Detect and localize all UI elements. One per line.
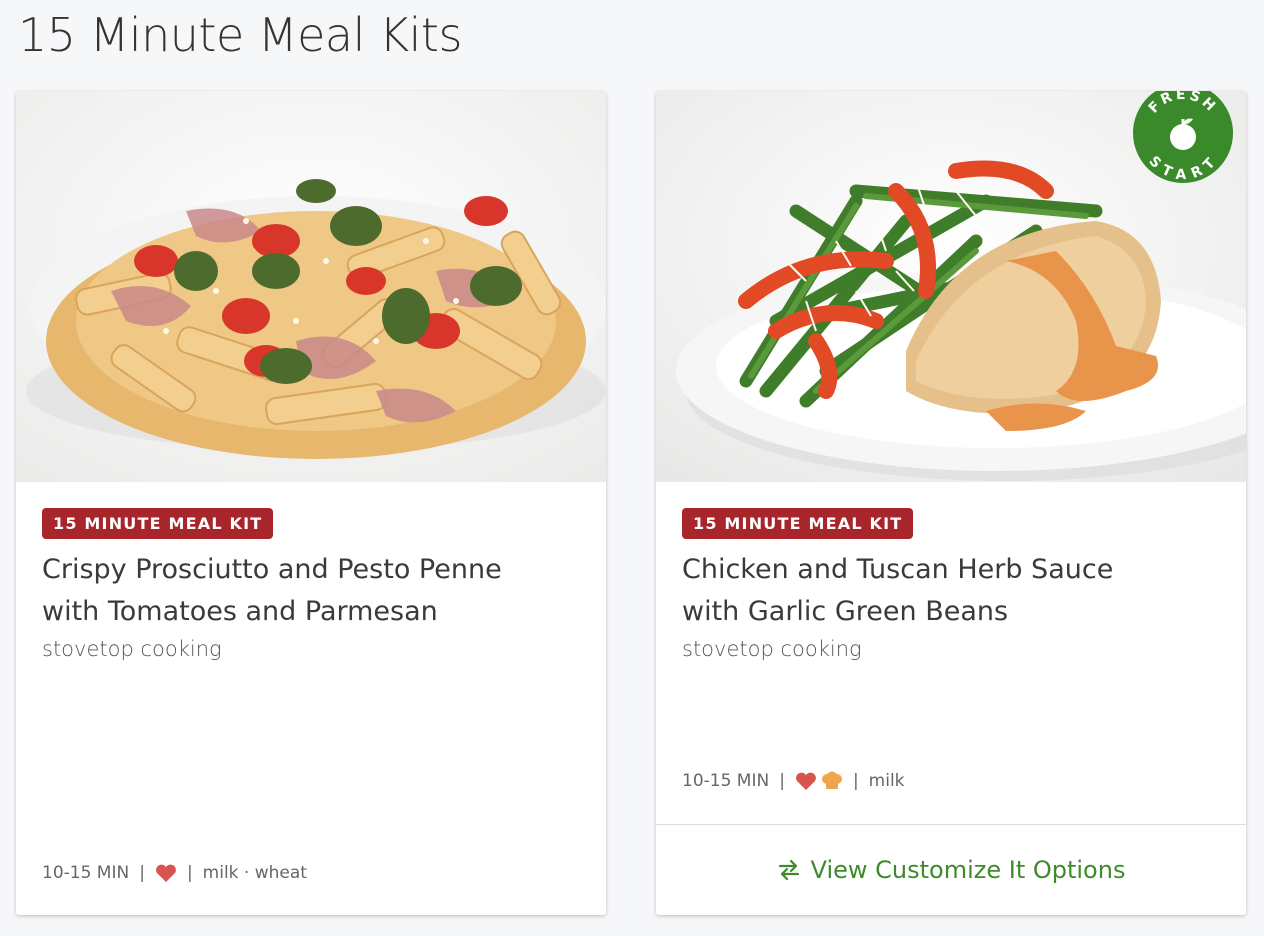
recipe-title-line: with Garlic Green Beans: [682, 596, 1009, 627]
recipe-meta: 10-15 MIN | | milk · wheat: [42, 863, 307, 883]
meal-card-penne[interactable]: 15 MINUTE MEAL KIT Crispy Prosciutto and…: [16, 91, 606, 915]
recipe-title[interactable]: Crispy Prosciutto and Pesto Penne with T…: [42, 549, 582, 633]
meta-separator: |: [186, 863, 193, 883]
meal-kit-badge: 15 MINUTE MEAL KIT: [682, 508, 914, 539]
view-customize-options-link[interactable]: View Customize It Options: [656, 825, 1246, 915]
cook-time: 10-15 MIN: [42, 863, 130, 883]
heart-icon: [155, 863, 177, 883]
recipe-subtitle: stovetop cooking: [42, 637, 222, 661]
meta-separator: |: [852, 771, 859, 791]
recipe-subtitle: stovetop cooking: [682, 637, 862, 661]
swap-arrows-icon: [777, 859, 801, 881]
fresh-start-badge: FRESH START: [1129, 91, 1237, 191]
meal-image-penne[interactable]: [16, 91, 606, 482]
recipe-title-line: Crispy Prosciutto and Pesto Penne: [42, 554, 502, 585]
allergens: milk: [868, 771, 905, 791]
chef-hat-icon: [821, 771, 843, 791]
meta-separator: |: [779, 771, 785, 791]
allergens: milk · wheat: [202, 863, 307, 883]
meta-separator: |: [139, 863, 145, 883]
heart-icon: [795, 771, 817, 791]
cook-time: 10-15 MIN: [682, 771, 770, 791]
recipe-meta: 10-15 MIN | | milk: [682, 771, 905, 791]
meal-card-chicken[interactable]: FRESH START 15 MINUTE MEAL KIT Chicken a…: [656, 91, 1246, 915]
diet-icons: [155, 863, 177, 883]
recipe-title-line: with Tomatoes and Parmesan: [42, 596, 438, 627]
meal-kit-badge: 15 MINUTE MEAL KIT: [42, 508, 274, 539]
page-title: 15 Minute Meal Kits: [18, 8, 462, 62]
diet-icons: [795, 771, 843, 791]
recipe-title-line: Chicken and Tuscan Herb Sauce: [682, 554, 1114, 585]
recipe-title[interactable]: Chicken and Tuscan Herb Sauce with Garli…: [682, 549, 1222, 633]
customize-label: View Customize It Options: [810, 856, 1126, 884]
